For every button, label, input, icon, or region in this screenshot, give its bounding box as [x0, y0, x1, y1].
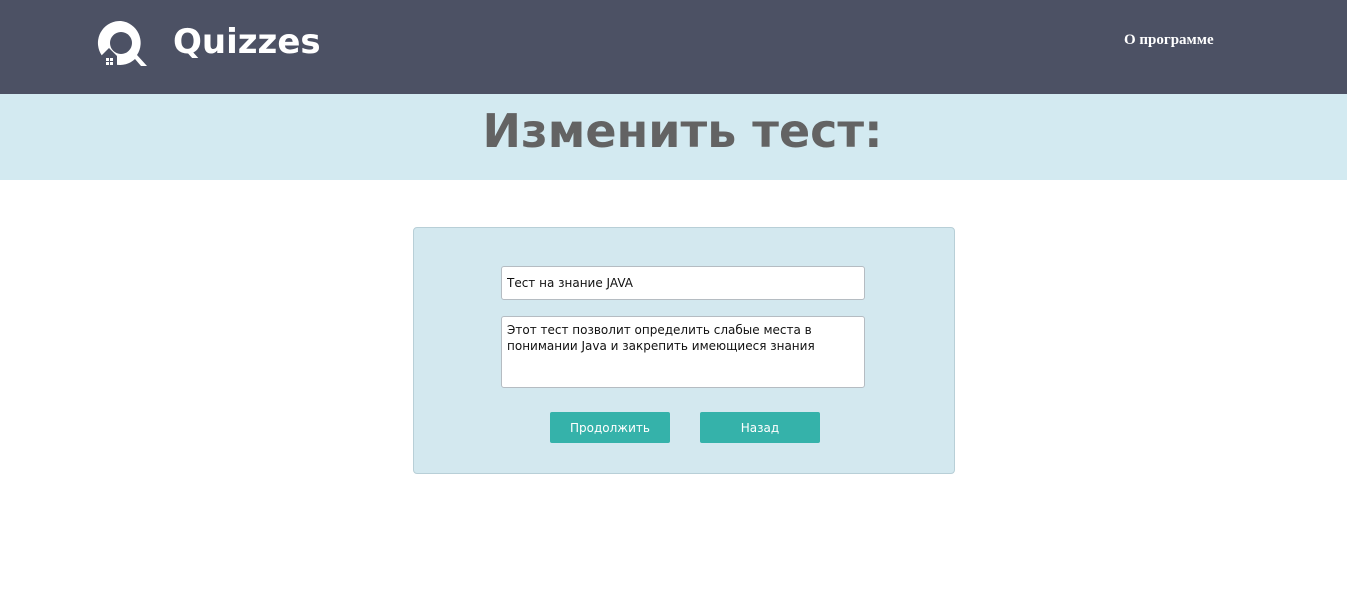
page-title: Изменить тест:	[482, 104, 883, 158]
back-button[interactable]: Назад	[700, 412, 820, 443]
test-description-input[interactable]: Этот тест позволит определить слабые мес…	[501, 316, 865, 388]
brand-name[interactable]: Quizzes	[173, 22, 321, 62]
nav-link-about[interactable]: О программе	[1124, 31, 1214, 49]
top-navbar: Quizzes О программе	[0, 0, 1347, 94]
test-title-input[interactable]	[501, 266, 865, 300]
quizzes-logo-icon[interactable]	[95, 18, 147, 68]
continue-button[interactable]: Продолжить	[550, 412, 670, 443]
edit-test-form: Этот тест позволит определить слабые мес…	[413, 227, 955, 474]
